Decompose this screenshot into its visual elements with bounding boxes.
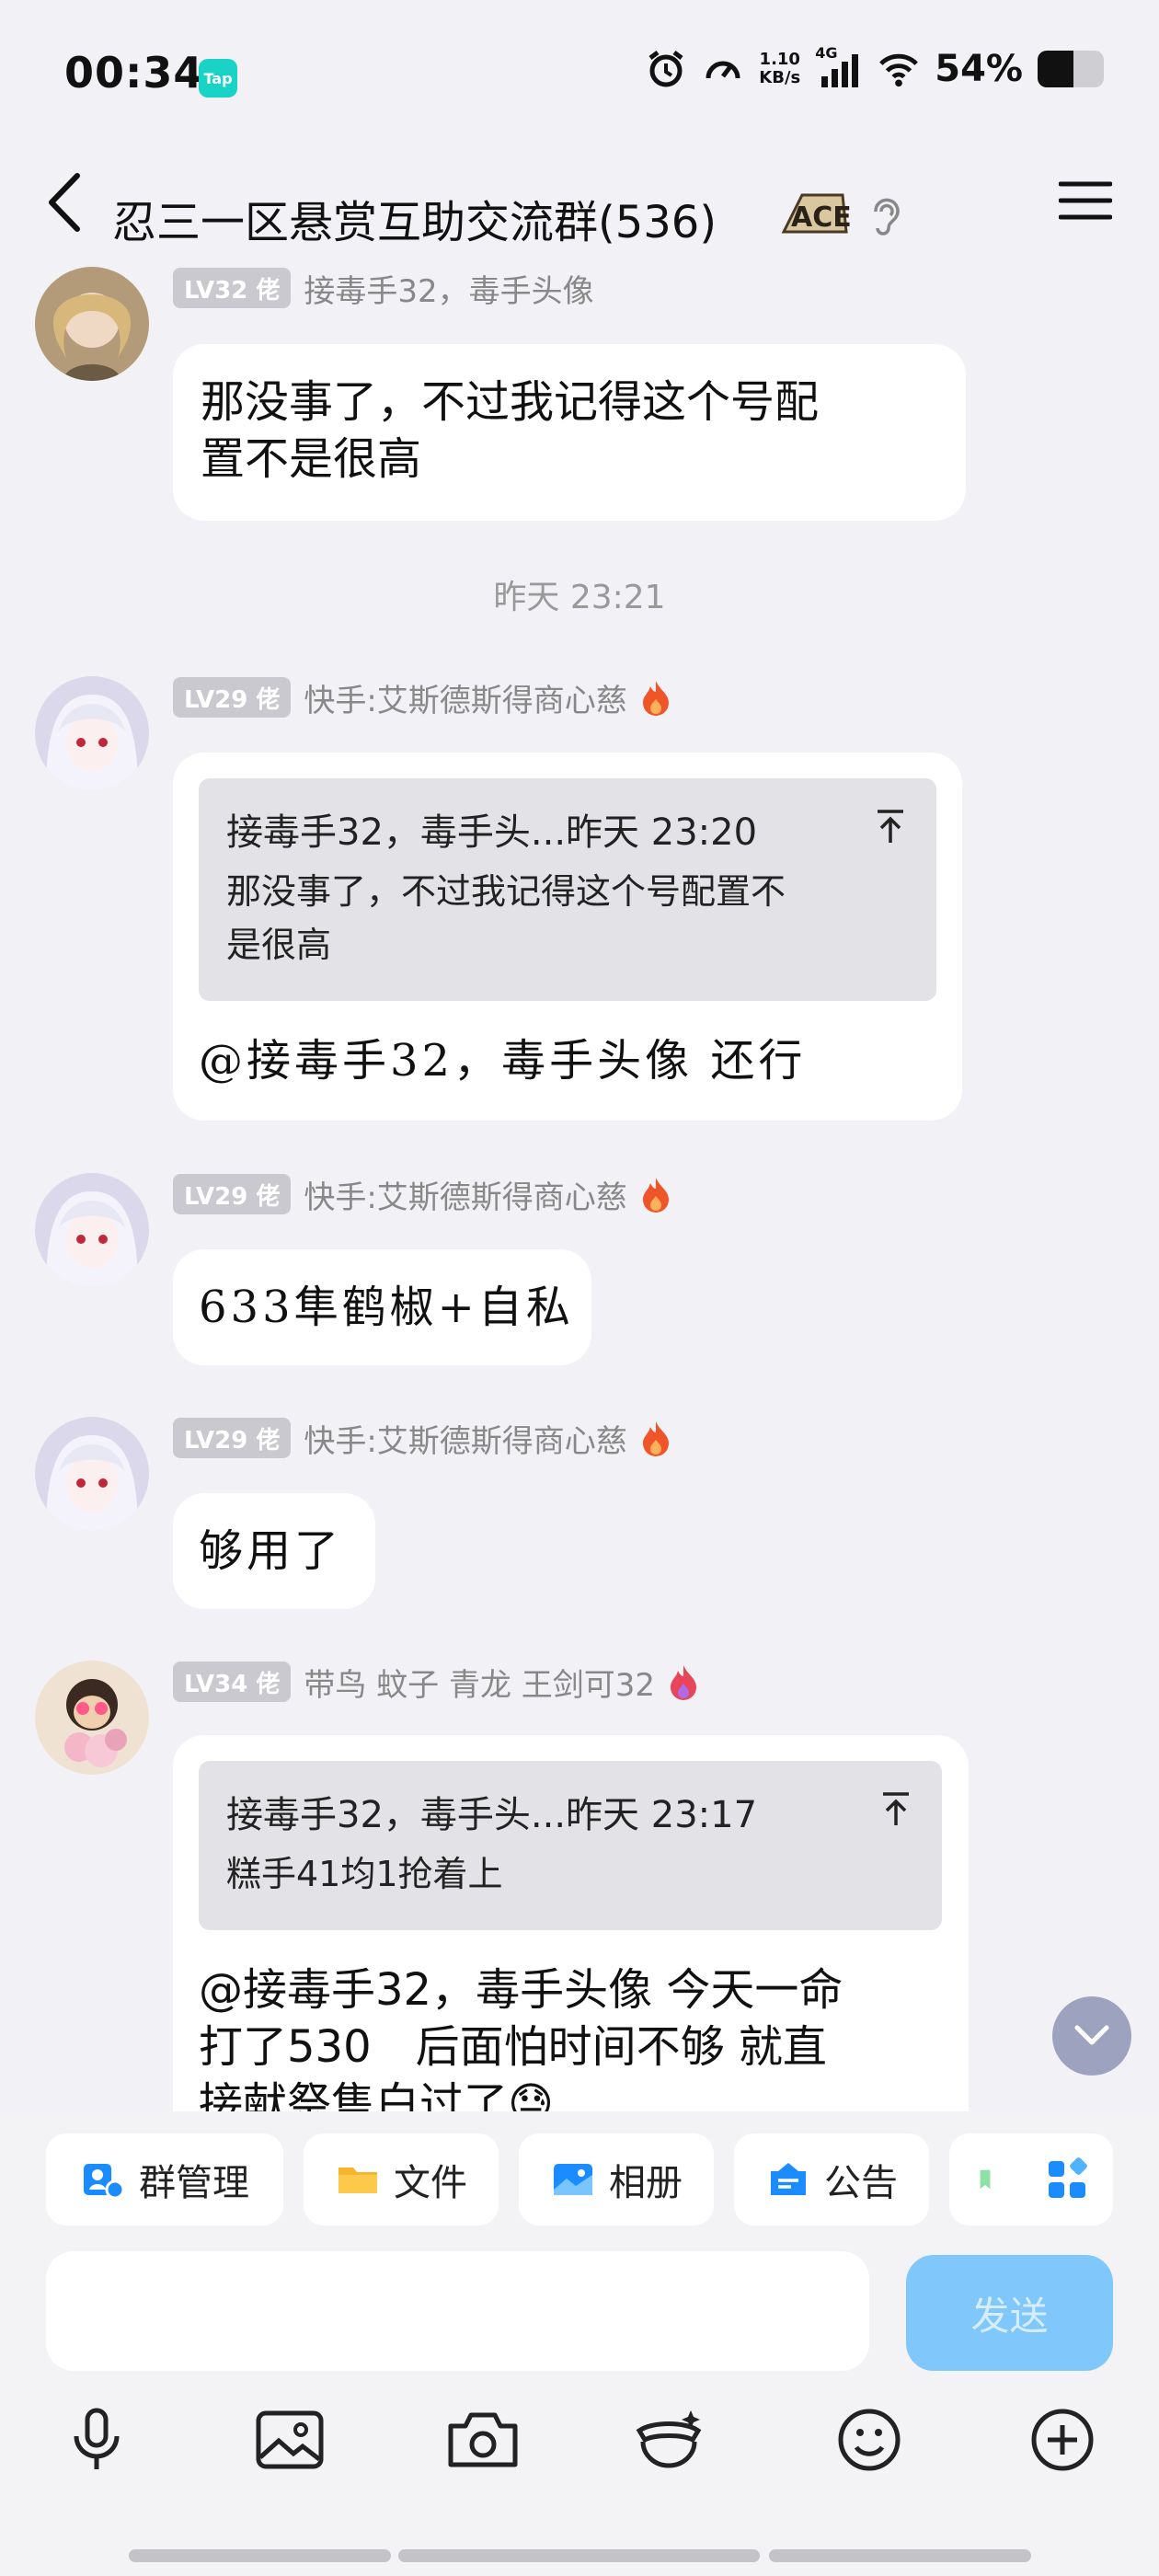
level-badge: LV29 佬 [173, 1174, 292, 1214]
ace-badge: ACE [780, 190, 852, 236]
quote-block[interactable]: 接毒手32，毒手头...昨天 23:20 那没事了，不过我记得这个号配置不 是很… [199, 778, 936, 1001]
message-meta: LV29 佬 快手:艾斯德斯得商心慈 [173, 676, 671, 719]
camera-button[interactable] [442, 2398, 524, 2481]
alarm-icon [645, 48, 687, 90]
sender-name[interactable]: 带鸟 蚊子 青龙 王剑可32 [304, 1660, 655, 1705]
group-manage-icon [84, 2164, 125, 2200]
battery-icon [1038, 51, 1104, 87]
camera-icon [448, 2412, 518, 2467]
microphone-icon [74, 2408, 120, 2469]
wifi-icon [878, 48, 920, 90]
gesture-bar [129, 2549, 391, 2562]
plus-icon [1031, 2409, 1094, 2471]
magic-face-icon [636, 2410, 702, 2468]
message-bubble[interactable]: 那没事了，不过我记得这个号配 置不是很高 [173, 344, 966, 521]
level-badge: LV32 佬 [173, 268, 292, 308]
message-text: @接毒手32，毒手头像 今天一命 打了530 后面怕时间不够 就直 接献祭售白过… [199, 1964, 843, 2111]
tool-announcement[interactable]: 公告 [734, 2133, 929, 2225]
message-bubble[interactable]: 633隼鹤椒+自私 [173, 1249, 591, 1365]
avatar[interactable] [35, 1417, 149, 1531]
quote-header: 接毒手32，毒手头...昨天 23:20 [226, 811, 758, 854]
level-badge: LV29 佬 [173, 677, 292, 718]
sender-name[interactable]: 快手:艾斯德斯得商心慈 [304, 1416, 626, 1461]
avatar[interactable] [35, 1661, 149, 1775]
sender-name[interactable]: 快手:艾斯德斯得商心慈 [304, 675, 626, 720]
svg-text:ACE: ACE [791, 201, 850, 234]
gesture-bar [769, 2549, 1031, 2562]
chat-header: 忍三一区悬赏互助交流群(536) ACE [0, 147, 1159, 267]
back-button[interactable] [28, 156, 101, 248]
plus-button[interactable] [1021, 2398, 1104, 2481]
group-title[interactable]: 忍三一区悬赏互助交流群(536) [112, 186, 717, 250]
tool-album[interactable]: 相册 [519, 2133, 714, 2225]
emoji-button[interactable] [828, 2398, 911, 2481]
message-meta: LV34 佬 带鸟 蚊子 青龙 王剑可32 [173, 1660, 699, 1705]
chat-messages[interactable]: LV32 佬 接毒手32，毒手头像 那没事了，不过我记得这个号配 置不是很高 昨… [0, 267, 1159, 2111]
status-bar: 00:34 Tap 1.10 KB/s 4G 54% [0, 0, 1159, 147]
more-tools-button[interactable] [1021, 2133, 1113, 2225]
status-time: 00:34 [64, 48, 204, 98]
apps-grid-icon [1049, 2157, 1087, 2198]
avatar[interactable] [35, 267, 149, 381]
message-text: @接毒手32，毒手头像 还行 [199, 1035, 807, 1087]
message-meta: LV29 佬 快手:艾斯德斯得商心慈 [173, 1172, 671, 1217]
album-icon [554, 2164, 592, 2195]
chevron-down-icon [1074, 2025, 1109, 2045]
message-bubble[interactable]: 接毒手32，毒手头...昨天 23:20 那没事了，不过我记得这个号配置不 是很… [173, 753, 962, 1121]
level-badge: LV34 佬 [173, 1662, 292, 1702]
timestamp: 昨天 23:21 [493, 579, 666, 616]
bottom-panel: 群管理 文件 相册 公告 发送 [0, 2111, 1159, 2576]
quote-header: 接毒手32，毒手头...昨天 23:17 [226, 1794, 758, 1836]
battery-percent: 54% [935, 48, 1023, 90]
jump-to-quote-icon[interactable] [870, 806, 911, 846]
image-icon [256, 2410, 324, 2469]
sender-name[interactable]: 快手:艾斯德斯得商心慈 [304, 1172, 626, 1217]
gesture-bar [398, 2549, 760, 2562]
message-bubble[interactable]: 够用了 [173, 1493, 375, 1609]
sender-name[interactable]: 接毒手32，毒手头像 [304, 267, 593, 311]
emoji-icon [838, 2409, 901, 2471]
announcement-icon [771, 2163, 806, 2195]
quick-toolbar: 群管理 文件 相册 公告 [46, 2133, 1113, 2225]
avatar[interactable] [35, 676, 149, 790]
message-text: 633隼鹤椒+自私 [199, 1282, 574, 1333]
jump-to-quote-icon[interactable] [876, 1788, 916, 1829]
send-button[interactable]: 发送 [906, 2255, 1113, 2371]
flame-icon [642, 1178, 669, 1213]
back-arrow-icon [49, 173, 80, 232]
message-text: 够用了 [199, 1525, 343, 1577]
magic-face-button[interactable] [630, 2398, 713, 2481]
status-icons: 1.10 KB/s 4G 54% [645, 44, 1104, 90]
message-bubble[interactable]: 接毒手32，毒手头...昨天 23:17 糕手41均1抢着上 @接毒手32，毒手… [173, 1735, 969, 2111]
tool-files[interactable]: 文件 [304, 2133, 499, 2225]
flame-icon [671, 1665, 697, 1700]
menu-icon [1059, 181, 1112, 220]
scroll-to-bottom-button[interactable] [1052, 1996, 1131, 2076]
folder-icon [339, 2168, 377, 2193]
level-badge: LV29 佬 [173, 1418, 292, 1458]
message-meta: LV29 佬 快手:艾斯德斯得商心慈 [173, 1416, 671, 1461]
image-button[interactable] [248, 2398, 331, 2481]
net-speed: 1.10 KB/s [759, 50, 801, 87]
quote-block[interactable]: 接毒手32，毒手头...昨天 23:17 糕手41均1抢着上 [199, 1761, 942, 1930]
ear-icon[interactable] [866, 195, 903, 237]
signal-icon: 4G [815, 44, 863, 90]
speedometer-icon [702, 48, 744, 90]
avatar[interactable] [35, 1173, 149, 1287]
menu-button[interactable] [1049, 164, 1122, 237]
voice-button[interactable] [55, 2398, 138, 2481]
input-actions [0, 2398, 1159, 2481]
message-meta: LV32 佬 接毒手32，毒手头像 [173, 267, 594, 311]
tap-app-icon: Tap [199, 59, 237, 98]
flame-icon [642, 1421, 669, 1456]
flame-icon [642, 681, 669, 716]
message-input[interactable] [46, 2251, 869, 2371]
tool-group-manage[interactable]: 群管理 [46, 2133, 283, 2225]
